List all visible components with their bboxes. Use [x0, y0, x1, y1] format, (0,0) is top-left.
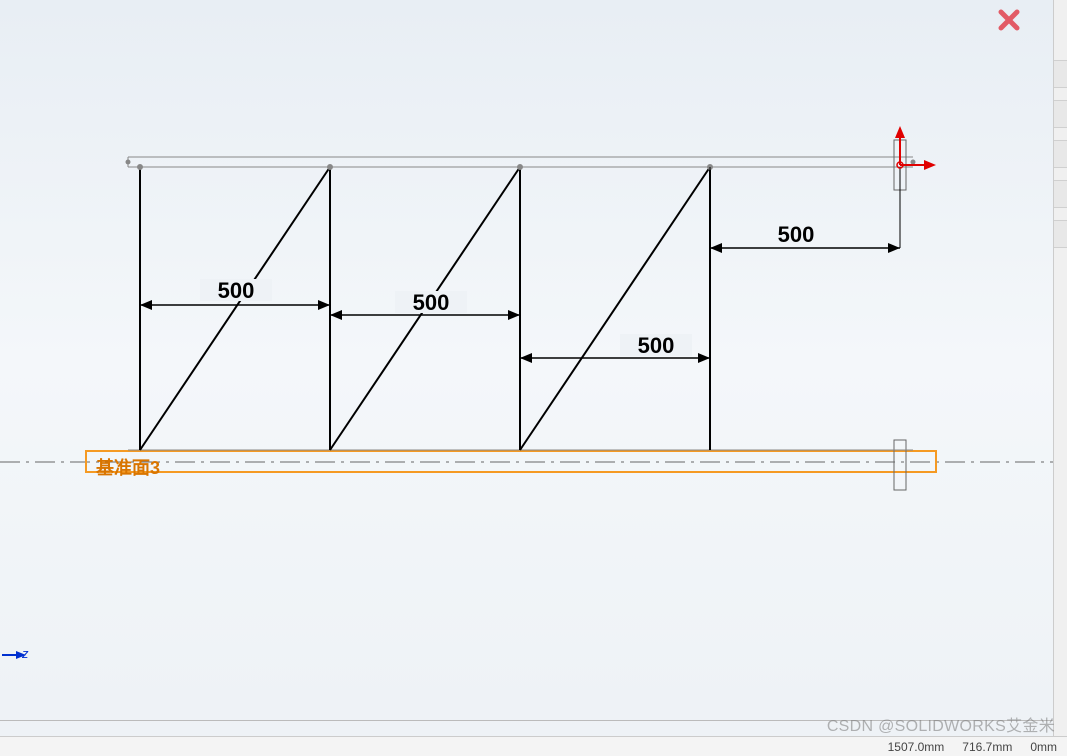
status-bar: 1507.0mm 716.7mm 0mm [0, 736, 1067, 756]
status-coord-2: 716.7mm [962, 740, 1012, 754]
dimension-bay2[interactable]: 500 [330, 290, 520, 320]
panel-tab-1[interactable] [1054, 60, 1067, 88]
dimension-right[interactable]: 500 [710, 167, 900, 253]
dim-label: 500 [218, 278, 255, 303]
status-coord-3: 0mm [1030, 740, 1057, 754]
panel-tab-2[interactable] [1054, 100, 1067, 128]
origin-triad [895, 126, 936, 170]
cad-viewport[interactable]: 500 500 500 500 [0, 0, 1054, 721]
panel-tab-3[interactable] [1054, 140, 1067, 168]
status-coord-1: 1507.0mm [888, 740, 945, 754]
dimension-bay3[interactable]: 500 [520, 333, 710, 363]
datum-plane-label[interactable]: 基准面3 [96, 454, 160, 480]
dimension-bay1[interactable]: 500 [140, 278, 330, 310]
right-task-pane[interactable] [1053, 0, 1067, 756]
dim-label: 500 [413, 290, 450, 315]
panel-tab-4[interactable] [1054, 180, 1067, 208]
panel-tab-5[interactable] [1054, 220, 1067, 248]
sketch-drawing: 500 500 500 500 [0, 0, 1053, 720]
dim-label: 500 [778, 222, 815, 247]
right-end-plate-bottom [894, 440, 906, 490]
axis-label-z: z [22, 646, 29, 661]
dim-label: 500 [638, 333, 675, 358]
